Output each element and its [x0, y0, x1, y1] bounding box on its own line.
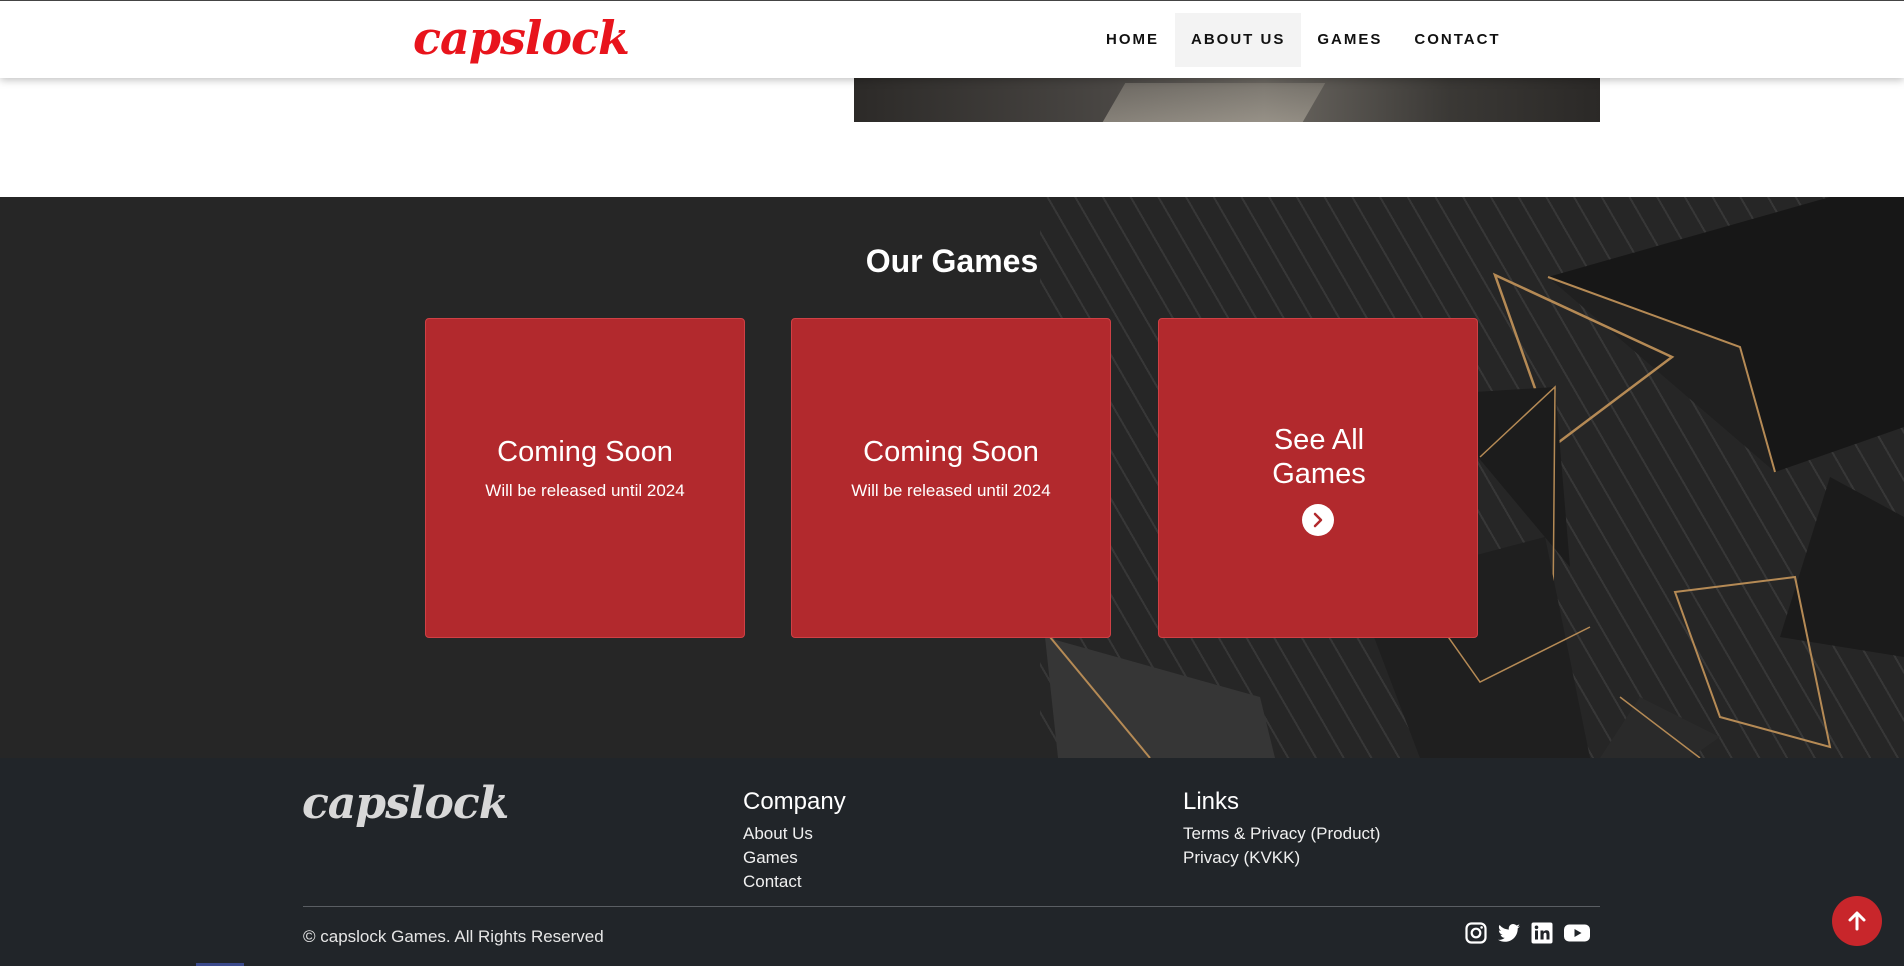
footer-divider [303, 906, 1600, 907]
game-card-title: Coming Soon [863, 436, 1039, 468]
footer-link-games[interactable]: Games [743, 846, 846, 870]
see-all-games-card[interactable]: See All Games [1158, 318, 1478, 638]
site-header: capslock HOME ABOUT US GAMES CONTACT [0, 0, 1904, 78]
copyright-text: © capslock Games. All Rights Reserved [303, 927, 604, 946]
footer-link-contact[interactable]: Contact [743, 870, 846, 894]
footer-company-heading: Company [743, 788, 846, 815]
instagram-icon[interactable] [1464, 921, 1488, 945]
footer-company: Company About Us Games Contact [743, 788, 846, 894]
section-title: Our Games [865, 243, 1039, 279]
footer-logo[interactable]: capslock [302, 778, 509, 829]
chevron-right-icon[interactable] [1302, 504, 1334, 536]
game-card[interactable]: Coming Soon Will be released until 2024 [425, 318, 745, 638]
scroll-to-top-button[interactable] [1832, 896, 1882, 946]
about-image [854, 77, 1600, 122]
footer-link-about-us[interactable]: About Us [743, 822, 846, 846]
arrow-up-icon [1848, 911, 1866, 931]
games-section: Our Games Coming Soon Will be released u… [0, 197, 1904, 758]
youtube-icon[interactable] [1563, 921, 1591, 945]
game-card-title: Coming Soon [497, 436, 673, 468]
brand-logo[interactable]: capslock [413, 11, 630, 65]
game-card[interactable]: Coming Soon Will be released until 2024 [791, 318, 1111, 638]
see-all-label: See All Games [1219, 423, 1419, 491]
footer-link-privacy[interactable]: Privacy (KVKK) [1183, 846, 1380, 870]
linkedin-icon[interactable] [1530, 921, 1554, 945]
social-links [1464, 921, 1591, 945]
footer-links: Links Terms & Privacy (Product) Privacy … [1183, 788, 1380, 870]
nav-contact[interactable]: CONTACT [1398, 13, 1516, 67]
nav-home[interactable]: HOME [1090, 13, 1175, 67]
nav-games[interactable]: GAMES [1301, 13, 1398, 67]
see-all-line2: Games [1272, 458, 1366, 490]
main-nav: HOME ABOUT US GAMES CONTACT [1090, 13, 1517, 67]
footer-link-terms[interactable]: Terms & Privacy (Product) [1183, 822, 1380, 846]
game-card-subtitle: Will be released until 2024 [485, 481, 685, 500]
about-image-detail [1102, 83, 1326, 122]
twitter-icon[interactable] [1497, 921, 1521, 945]
footer-links-heading: Links [1183, 788, 1240, 815]
game-card-subtitle: Will be released until 2024 [851, 481, 1051, 500]
site-footer: capslock Company About Us Games Contact … [0, 758, 1904, 966]
nav-about-us[interactable]: ABOUT US [1175, 13, 1302, 67]
see-all-line1: See All [1273, 424, 1365, 456]
